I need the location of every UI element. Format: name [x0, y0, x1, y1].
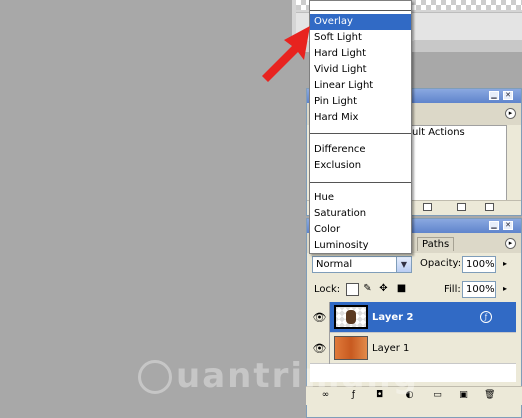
- menu-separator: [310, 133, 411, 134]
- red-pointer-arrow-icon: [262, 26, 310, 82]
- minimize-icon[interactable]: ▁: [489, 91, 499, 100]
- menu-item-luminosity[interactable]: Luminosity: [310, 238, 411, 254]
- new-layer-icon[interactable]: ▣: [458, 390, 469, 401]
- blend-mode-value: Normal: [316, 259, 353, 270]
- menu-item-exclusion[interactable]: Exclusion: [310, 158, 411, 174]
- fill-label: Fill:: [444, 284, 461, 295]
- menu-item-saturation[interactable]: Saturation: [310, 206, 411, 222]
- layer-name[interactable]: Layer 2: [372, 312, 413, 323]
- panel-menu-icon[interactable]: ▸: [505, 108, 516, 119]
- opacity-label: Opacity:: [420, 258, 462, 269]
- fill-stepper-icon[interactable]: ▸: [500, 281, 510, 296]
- lock-all-icon[interactable]: ■: [396, 283, 407, 294]
- lock-transparency-icon[interactable]: [346, 283, 359, 296]
- opacity-input[interactable]: 100%: [462, 256, 496, 273]
- menu-separator: [310, 10, 411, 11]
- lock-label: Lock:: [314, 284, 341, 295]
- fill-input[interactable]: 100%: [462, 281, 496, 298]
- trash-icon[interactable]: 🗑: [484, 390, 495, 401]
- document-scrollbar[interactable]: [414, 40, 522, 52]
- menu-item-color[interactable]: Color: [310, 222, 411, 238]
- menu-item-linear-light[interactable]: Linear Light: [310, 78, 411, 94]
- folder-icon[interactable]: ▭: [432, 390, 443, 401]
- menu-item-hard-mix[interactable]: Hard Mix: [310, 110, 411, 126]
- new-action-icon[interactable]: [457, 203, 466, 211]
- lock-move-icon[interactable]: ✥: [378, 283, 389, 294]
- layer-name[interactable]: Layer 1: [372, 343, 409, 354]
- actions-set-label[interactable]: ult Actions: [412, 127, 465, 138]
- menu-item-hue[interactable]: Hue: [310, 190, 411, 206]
- trash-icon[interactable]: [485, 203, 494, 211]
- chevron-down-icon[interactable]: ▼: [396, 257, 411, 272]
- blend-mode-menu: Overlay Soft Light Hard Light Vivid Ligh…: [309, 0, 412, 254]
- menu-item-soft-light[interactable]: Soft Light: [310, 30, 411, 46]
- menu-item-difference[interactable]: Difference: [310, 142, 411, 158]
- close-icon[interactable]: ✕: [503, 91, 513, 100]
- layer-thumbnail: [334, 305, 368, 329]
- menu-item-pin-light[interactable]: Pin Light: [310, 94, 411, 110]
- layer-row[interactable]: 👁 Layer 2 ƒ: [310, 302, 516, 333]
- menu-item-vivid-light[interactable]: Vivid Light: [310, 62, 411, 78]
- eye-icon[interactable]: 👁: [310, 302, 330, 333]
- blend-mode-select[interactable]: Normal ▼: [312, 256, 412, 273]
- watermark-text: uantrimang: [176, 356, 419, 396]
- menu-item-hard-light[interactable]: Hard Light: [310, 46, 411, 62]
- minimize-icon[interactable]: ▁: [489, 221, 499, 230]
- layer-style-icon[interactable]: ƒ: [480, 311, 492, 323]
- watermark-logo-icon: [138, 360, 172, 394]
- folder-icon[interactable]: [423, 203, 432, 211]
- menu-separator: [310, 182, 411, 183]
- panel-menu-icon[interactable]: ▸: [505, 238, 516, 249]
- opacity-stepper-icon[interactable]: ▸: [500, 256, 510, 271]
- menu-item-overlay[interactable]: Overlay: [310, 14, 411, 30]
- tab-paths[interactable]: Paths: [417, 237, 455, 251]
- close-icon[interactable]: ✕: [503, 221, 513, 230]
- lock-brush-icon[interactable]: ✎: [362, 283, 373, 294]
